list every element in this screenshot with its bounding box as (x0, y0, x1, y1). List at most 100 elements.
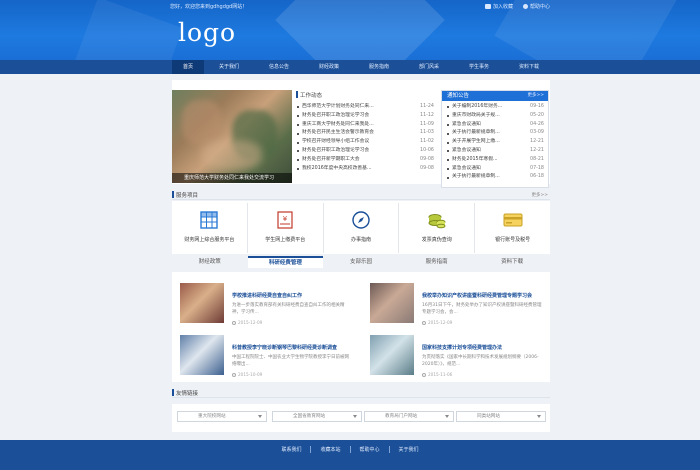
notice-list: 关于编制2016年财务... 09-16 重庆市财政局关于规... 05-20 紧急… (446, 103, 544, 182)
article-desc: 16月31日下午，财务处举办了知识产权讲座暨科研经费管理专题学习会，会... (422, 303, 542, 315)
article-item[interactable]: 我校举办知识产权讲座暨科研经费管理专题学习会 16月31日下午，财务处举办了知识… (362, 278, 547, 326)
section-bar-icon (172, 389, 174, 396)
list-item[interactable]: 学校召开财经领导小组工作会议 11-02 (296, 138, 434, 147)
work-news-header: 工作动态 (296, 90, 322, 99)
work-news-list: 西华师范大学计划财务处同仁来... 11-24 财务处召开职工政治理论学习会 11-… (296, 103, 434, 173)
site-logo[interactable]: logo (178, 18, 236, 47)
article-date: 2015-11-06 (422, 372, 452, 377)
list-item[interactable]: 财务处召开民主生活会警示教育会 11-03 (296, 129, 434, 138)
footer-link-contact[interactable]: 联系我们 (272, 446, 312, 453)
article-item[interactable]: 科普教授李宁晓诊断钢琴巴黎科研经费诊断调查 中国工程院院士、中国农业大学生物学院… (172, 330, 357, 378)
nav-item-guide[interactable]: 服务指南 (354, 60, 404, 74)
nav-item-home[interactable]: 首页 (172, 60, 204, 74)
tab-downloads[interactable]: 资料下载 (474, 256, 550, 268)
footer-link-help[interactable]: 帮助中心 (351, 446, 390, 453)
article-item[interactable]: 学校推进科研经费自查自纠工作 为进一步落实教育部有关科研经费自查自纠工作的相关精… (172, 278, 357, 326)
footer-link-bookmark[interactable]: 收藏本站 (311, 446, 351, 453)
notice-header: 通知公告 更多>> (442, 91, 548, 101)
notice-more-link[interactable]: 更多>> (527, 91, 544, 101)
nav-item-downloads[interactable]: 资料下载 (504, 60, 554, 74)
hero-image[interactable]: 重庆师范大学财务处同仁来我处交流学习 (172, 90, 292, 183)
help-icon (522, 4, 528, 9)
service-label: 办事指南 (350, 237, 371, 243)
chevron-down-icon (537, 415, 541, 418)
work-news-title: 工作动态 (300, 92, 323, 99)
services-heading: 服务项目 (172, 190, 198, 199)
mail-icon (484, 4, 491, 9)
link-select-universities[interactable]: 重大院校网站 (177, 411, 267, 422)
clock-icon (422, 320, 426, 325)
service-label: 银行账号及税号 (495, 237, 531, 243)
coins-icon (428, 214, 446, 229)
list-item[interactable]: 财务处召开职工政治理论学习会 11-12 (296, 112, 434, 121)
article-desc: 为贯彻落实《国家中长期科学和技术发展规划纲要（2006-2020年）》，规范..… (422, 355, 539, 367)
chevron-down-icon (353, 415, 357, 418)
nav-item-departments[interactable]: 部门风采 (404, 60, 454, 74)
link-select-education[interactable]: 全国省教育网站 (272, 411, 362, 422)
content-tabs: 财经政策 科研经费管理 支部乐园 服务指南 资料下载 (172, 256, 550, 268)
article-title[interactable]: 我校举办知识产权讲座暨科研经费管理专题学习会 (422, 292, 532, 299)
list-item[interactable]: 我校2016年度中央高校改善基... 09-08 (296, 165, 434, 174)
notice-box: 通知公告 更多>> 关于编制2016年财务... 09-16 重庆市财政局关于规.… (441, 90, 549, 188)
article-thumbnail[interactable] (370, 283, 414, 323)
footer-link-about[interactable]: 关于我们 (390, 446, 428, 453)
top-bar: 您好，欢迎您来到gdhgdgd网站！ 加入收藏 帮助中心 (0, 0, 700, 11)
service-guide[interactable]: 办事指南 (324, 203, 400, 253)
article-date: 2015-12-09 (232, 320, 262, 325)
service-bank-account[interactable]: 银行账号及税号 (475, 203, 550, 253)
nav-item-announcements[interactable]: 信息公告 (254, 60, 304, 74)
footer-links: 联系我们 收藏本站 帮助中心 关于我们 (0, 446, 700, 453)
link-select-peer-sites[interactable]: 同类站网站 (456, 411, 546, 422)
nav-item-about[interactable]: 关于我们 (204, 60, 254, 74)
service-label: 学生网上缴费平台 (265, 237, 306, 243)
tab-service-guide[interactable]: 服务指南 (399, 256, 475, 268)
tab-research-funds[interactable]: 科研经费管理 (247, 256, 324, 268)
bank-card-icon (503, 213, 523, 227)
help-center-link[interactable]: 帮助中心 (522, 3, 550, 10)
list-item[interactable]: 紧急会议通知 07-18 (446, 165, 544, 174)
list-item[interactable]: 紧急会议通知 04-26 (446, 121, 544, 130)
hero-caption[interactable]: 重庆师范大学财务处同仁来我处交流学习 (172, 173, 292, 183)
services-grid: 财务网上综合服务平台 ¥ 学生网上缴费平台 办事指南 发票真伪查询 银行账号及税… (172, 203, 550, 253)
article-item[interactable]: 国家科技支撑计划专项经费管理办法 为贯彻落实《国家中长期科学和技术发展规划纲要（… (362, 330, 547, 378)
list-item[interactable]: 关于编制2016年财务... 09-16 (446, 103, 544, 112)
article-thumbnail[interactable] (180, 335, 224, 375)
welcome-text: 您好，欢迎您来到gdhgdgd网站！ (170, 4, 248, 10)
article-thumbnail[interactable] (180, 283, 224, 323)
list-item[interactable]: 财务处召开新学期职工大会 09-08 (296, 156, 434, 165)
payment-card-icon: ¥ (277, 211, 293, 229)
list-item[interactable]: 西华师范大学计划财务处同仁来... 11-24 (296, 103, 434, 112)
list-item[interactable]: 财务处召开职工政治理论学习会 10-06 (296, 147, 434, 156)
nav-item-policy[interactable]: 财经政策 (304, 60, 354, 74)
list-item[interactable]: 紧急会议通知 12-21 (446, 147, 544, 156)
service-student-payment[interactable]: ¥ 学生网上缴费平台 (248, 203, 324, 253)
chevron-down-icon (258, 415, 262, 418)
list-item[interactable]: 重庆市财政局关于规... 05-20 (446, 112, 544, 121)
list-item[interactable]: 关于执行最新规章制... 03-09 (446, 129, 544, 138)
link-select-bureau[interactable]: 教育局门户网站 (364, 411, 454, 422)
list-item[interactable]: 关于开展学生网上缴... 12-21 (446, 138, 544, 147)
list-item[interactable]: 重庆工商大学财务处同仁来我处... 11-09 (296, 121, 434, 130)
article-desc: 中国工程院院士、中国农业大学生物学院教授李宁日前被网络曝出... (232, 355, 349, 367)
main-nav: 首页 关于我们 信息公告 财经政策 服务指南 部门风采 学生事务 资料下载 (0, 60, 700, 74)
service-finance-platform[interactable]: 财务网上综合服务平台 (172, 203, 248, 253)
article-title[interactable]: 科普教授李宁晓诊断钢琴巴黎科研经费诊断调查 (232, 344, 337, 351)
nav-item-student-affairs[interactable]: 学生事务 (454, 60, 504, 74)
service-invoice-check[interactable]: 发票真伪查询 (399, 203, 476, 253)
list-item[interactable]: 关于执行最新规章制... 06-18 (446, 173, 544, 182)
article-title[interactable]: 国家科技支撑计划专项经费管理办法 (422, 344, 502, 351)
site-header: 您好，欢迎您来到gdhgdgd网站！ 加入收藏 帮助中心 logo (0, 0, 700, 60)
articles-panel: 学校推进科研经费自查自纠工作 为进一步落实教育部有关科研经费自查自纠工作的相关精… (172, 272, 550, 382)
add-favorite-link[interactable]: 加入收藏 (484, 3, 513, 10)
services-more-link[interactable]: 更多>> (531, 192, 548, 198)
tab-finance-policy[interactable]: 财经政策 (172, 256, 248, 268)
article-thumbnail[interactable] (370, 335, 414, 375)
svg-text:¥: ¥ (283, 215, 288, 223)
list-item[interactable]: 财务处2015年寒假... 08-21 (446, 156, 544, 165)
article-title[interactable]: 学校推进科研经费自查自纠工作 (232, 292, 302, 299)
article-desc: 为进一步落实教育部有关科研经费自查自纠工作的相关精神，学习传... (232, 303, 345, 315)
clock-icon (232, 320, 236, 325)
hero-photo-area (182, 100, 222, 145)
section-bar-icon (172, 191, 174, 198)
tab-party-branch[interactable]: 支部乐园 (323, 256, 399, 268)
